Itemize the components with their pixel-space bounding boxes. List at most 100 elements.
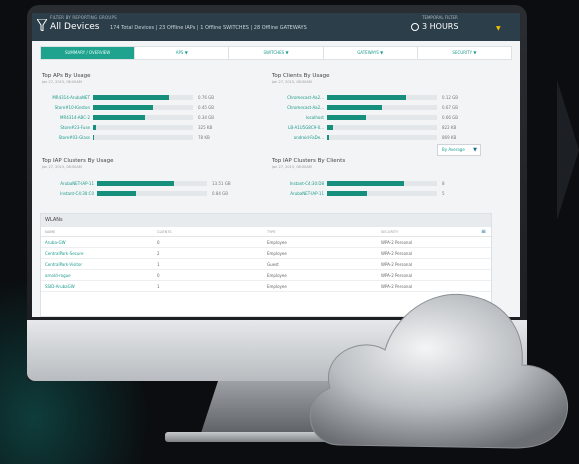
bar-value: 0.34 GB [198,115,215,120]
bar-value: 0.67 GB [442,105,459,110]
top-clients-panel: Top Clients By Usage Jan 27, 2015, 08:00… [272,73,329,84]
average-select[interactable]: By Average ▼ [437,144,481,156]
column-header-type[interactable]: TYPE [267,230,276,234]
bar-label-text: MR4314-ABC-2 [60,115,90,120]
wlan-type: Employee [267,251,287,256]
bar-fill [93,115,145,120]
table-row[interactable]: CentralPark-Visitor 1 Guest WPA-2 Personal [41,259,491,270]
bar-label[interactable]: Instant-C4:30:D8 [272,181,324,187]
wlans-column-headers: NAME CLIENTS TYPE SECURITY ≡ [41,227,491,237]
tab-bar: SUMMARY / OVERVIEW APS ▼ SWITCHES ▼ GATE… [40,46,512,60]
bar-label-text: Store#03-Glass [58,135,90,140]
top-aps-panel: Top APs By Usage Jan 27, 2015, 08:00AM [42,73,91,84]
bar-label-text: MR4314-ArubaNET [52,95,90,100]
panel-date: Jan 27, 2015, 08:00AM [272,165,312,169]
filter-icon[interactable] [37,19,47,31]
panel-title: Top IAP Clusters By Clients [272,158,346,164]
bar-value: 325 KB [198,125,213,130]
bar-track [327,181,437,186]
bar-track [327,125,437,130]
bar-fill [327,115,366,120]
bar-fill [327,181,404,186]
bar-track [97,191,207,196]
bar-track [327,115,437,120]
page-title[interactable]: All Devices [50,22,100,32]
wlan-name-link[interactable]: CentralPark-Secure [45,251,83,256]
bar-label-text: ArubaNET-IAP-11 [60,181,94,186]
column-header-security[interactable]: SECURITY [381,230,398,234]
bar-label-text: Store#10-Kinston [54,105,90,110]
bar-label[interactable]: ArubaNET-IAP-11 [42,181,94,187]
panel-date: Jan 27, 2015, 08:00AM [272,80,312,84]
bar-value: 5 [442,191,445,196]
top-iap-clients-panel: Top IAP Clusters By Clients Jan 27, 2015… [272,158,345,169]
bar-label[interactable]: Store#23-Fuse [42,125,90,131]
bar-fill [327,105,382,110]
table-row[interactable]: Aruba-GW 0 Employee WPA-2 Personal [41,237,491,248]
wlan-name-link[interactable]: SSID-ArubaGW [45,284,75,289]
bar-track [93,125,193,130]
bar-label[interactable]: MR4314-ABC-2 [42,115,90,121]
wlan-name-link[interactable]: Aruba-GW [45,240,66,245]
bar-label[interactable]: Chromecast-Aa2... [272,105,324,111]
wlan-clients: 0 [157,273,160,278]
wlan-security: WPA-2 Personal [381,262,413,267]
bar-label[interactable]: Store#03-Glass [42,135,90,141]
column-header-clients[interactable]: CLIENTS [157,230,172,234]
bar-label[interactable]: android-FaDe... [272,135,324,141]
average-select-label: By Average [442,147,465,152]
bar-value: 8 [442,181,445,186]
bar-track [93,105,193,110]
time-filter-value[interactable]: 3 HOURS [410,22,458,31]
wlan-type: Employee [267,273,287,278]
bar-label[interactable]: Chromecast-Aa2... [272,95,324,101]
cloud-icon [309,293,569,449]
bar-value: 822 KB [442,125,457,130]
bar-value: 869 KB [442,135,457,140]
bar-fill [327,125,333,130]
wlan-name-link[interactable]: arnold-rogue [45,273,71,278]
bar-fill [93,95,169,100]
table-row[interactable]: CentralPark-Secure 2 Employee WPA-2 Persona… [41,248,491,259]
wlan-type: Guest [267,262,279,267]
menu-icon[interactable]: ≡ [481,228,486,235]
wlan-name-link[interactable]: CentralPark-Visitor [45,262,82,267]
bar-label[interactable]: LB-A1U5G8C9-0... [272,125,324,131]
bar-track [327,95,437,100]
bar-label-text: localhost [306,115,324,120]
bar-track [93,135,193,140]
column-header-name[interactable]: NAME [45,230,55,234]
bar-label-text: Store#23-Fuse [60,125,90,130]
bar-fill [327,95,407,100]
tab-gateways[interactable]: GATEWAYS ▼ [324,47,418,59]
wlan-clients: 1 [157,284,160,289]
tab-security[interactable]: SECURITY ▼ [418,47,511,59]
chevron-down-icon[interactable]: ▼ [496,25,501,32]
tab-summary[interactable]: SUMMARY / OVERVIEW [41,47,136,59]
bar-label[interactable]: localhost [272,115,324,121]
bar-fill [327,135,330,140]
bar-fill [327,191,367,196]
bar-label-text: Instant-C4:30:D8 [289,181,324,186]
panel-title: Top IAP Clusters By Usage [42,158,114,164]
bar-label[interactable]: Store#10-Kinston [42,105,90,111]
tab-switches[interactable]: SWITCHES ▼ [229,47,324,59]
bar-fill [97,181,174,186]
wlan-security: WPA-2 Personal [381,240,413,245]
bar-label[interactable]: MR4314-ArubaNET [42,95,90,101]
bar-label[interactable]: Instant-C4:30:C0 [42,191,94,197]
bar-label-text: LB-A1U5G8C9-0... [288,125,324,130]
panel-title: Top Clients By Usage [272,73,330,79]
bar-label-text: Chromecast-Aa2... [287,105,324,110]
time-filter-label: TEMPORAL FILTER [422,15,458,20]
bar-label[interactable]: ArubaNET-IAP-11 [272,191,324,197]
bar-value: 0.12 GB [442,95,459,100]
bar-value: 0.84 GB [212,191,229,196]
bar-value: 0.66 GB [442,115,459,120]
panel-date: Jan 27, 2015, 08:00AM [42,165,82,169]
bar-track [97,181,207,186]
tab-aps[interactable]: APS ▼ [135,47,230,59]
bar-value: 0.76 GB [198,95,215,100]
device-summary: 174 Total Devices | 23 Offline IAPs | 1 … [110,25,307,31]
panel-title: Top APs By Usage [42,73,91,79]
